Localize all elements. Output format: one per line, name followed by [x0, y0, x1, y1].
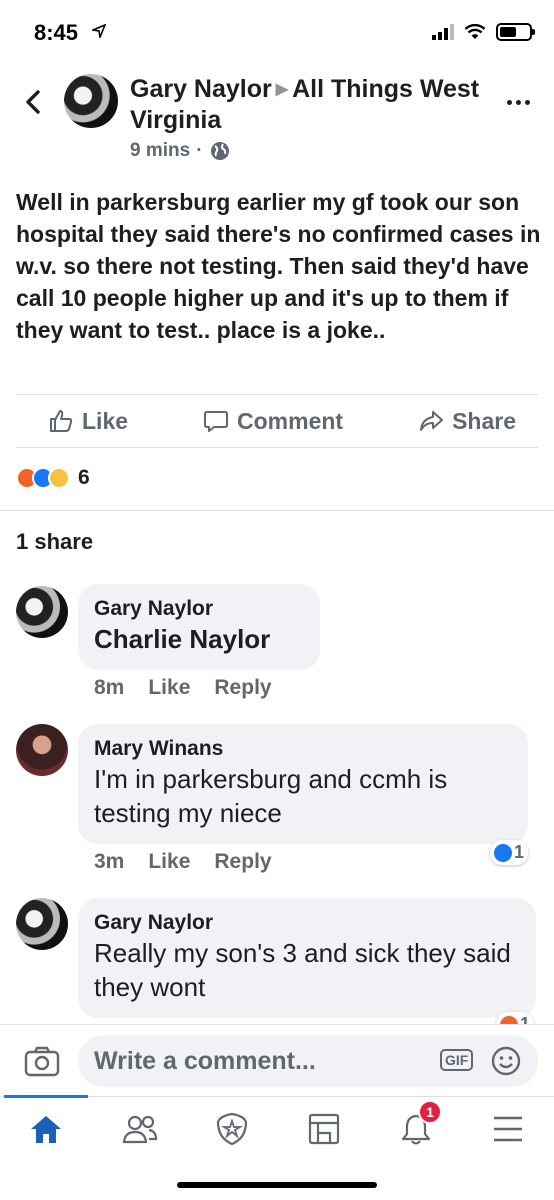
like-label: Like: [82, 407, 129, 434]
comment-button[interactable]: Comment: [203, 408, 343, 435]
share-label: Share: [452, 407, 516, 434]
status-time: 8:45: [34, 20, 79, 45]
comment-composer: Write a comment... GIF: [0, 1024, 554, 1096]
comment-text: Really my son's 3 and sick they said the…: [94, 938, 511, 1002]
post-author[interactable]: Gary Naylor: [130, 75, 272, 103]
comment-text: Charlie Naylor: [94, 624, 271, 654]
more-options-icon[interactable]: [507, 100, 530, 105]
home-indicator[interactable]: [177, 1182, 377, 1188]
comment-text: I'm in parkersburg and ccmh is testing m…: [94, 764, 448, 828]
comment-author[interactable]: Mary Winans: [94, 736, 512, 762]
status-bar: 8:45: [0, 0, 554, 62]
wifi-icon: [464, 24, 486, 39]
post-time[interactable]: 9 mins: [130, 140, 190, 162]
news-feed-grid-icon: [308, 1113, 340, 1145]
thumbs-up-icon: [50, 410, 73, 432]
post-author-line[interactable]: Gary Naylor ▶ All Things West Virginia: [130, 74, 490, 136]
gif-button[interactable]: GIF: [440, 1049, 474, 1071]
comment-reply-button[interactable]: Reply: [214, 676, 271, 700]
comment-like-button[interactable]: Like: [148, 676, 190, 700]
post-meta: 9 mins ·: [130, 140, 231, 162]
comment-time: 3m: [94, 850, 125, 873]
tab-friends[interactable]: [116, 1107, 164, 1151]
comment-label: Comment: [237, 407, 344, 434]
shield-star-icon: [216, 1112, 248, 1146]
comment-like-button[interactable]: Like: [148, 850, 190, 874]
comment-meta: 8m Like Reply: [94, 676, 272, 700]
post-text: Well in parkersburg earlier my gf took o…: [16, 189, 541, 343]
comment-bubble[interactable]: Gary Naylor Really my son's 3 and sick t…: [78, 898, 536, 1018]
cellular-signal-icon: [432, 24, 454, 40]
globe-icon: [210, 142, 229, 160]
share-button[interactable]: Share: [418, 408, 516, 435]
avatar[interactable]: [16, 724, 68, 776]
back-chevron-icon[interactable]: [20, 88, 46, 116]
comment-author[interactable]: Gary Naylor: [94, 910, 520, 936]
tab-pages[interactable]: [208, 1107, 256, 1151]
avatar[interactable]: [16, 898, 68, 950]
comment-author[interactable]: Gary Naylor: [94, 596, 304, 622]
share-arrow-icon: [420, 411, 444, 431]
avatar[interactable]: [16, 586, 68, 638]
reaction-summary[interactable]: 6: [16, 466, 90, 490]
comment-reaction-badge[interactable]: 1: [490, 840, 529, 865]
comment-bubble[interactable]: Mary Winans I'm in parkersburg and ccmh …: [78, 724, 528, 844]
tab-menu[interactable]: [484, 1107, 532, 1151]
like-reaction-icon: [494, 843, 512, 862]
post-actions: Like Comment Share: [16, 394, 538, 448]
comment-reaction-count: 1: [514, 842, 525, 862]
triangle-right-icon: ▶: [275, 81, 289, 98]
comment-meta: 3m Like Reply: [94, 850, 272, 874]
notification-badge: 1: [418, 1100, 442, 1124]
comment-bubble-icon: [204, 411, 229, 432]
like-button[interactable]: Like: [48, 408, 128, 435]
tab-home[interactable]: [22, 1107, 70, 1151]
emoji-icon[interactable]: [490, 1045, 522, 1077]
sad-reaction-icon: [48, 467, 70, 489]
share-count[interactable]: 1 share: [16, 529, 93, 555]
friends-icon: [122, 1115, 158, 1144]
divider: [0, 510, 554, 511]
comment-bubble[interactable]: Gary Naylor Charlie Naylor: [78, 584, 320, 670]
battery-icon: [496, 23, 535, 41]
camera-icon[interactable]: [24, 1045, 60, 1077]
comment-time: 8m: [94, 676, 125, 699]
location-arrow-icon: [92, 24, 106, 38]
avatar[interactable]: [64, 74, 118, 128]
active-tab-indicator: [4, 1095, 88, 1098]
comment-reply-button[interactable]: Reply: [214, 850, 271, 874]
home-icon: [31, 1116, 61, 1143]
tab-marketplace[interactable]: [300, 1107, 348, 1151]
reaction-count: 6: [78, 466, 90, 489]
hamburger-menu-icon: [494, 1116, 522, 1142]
